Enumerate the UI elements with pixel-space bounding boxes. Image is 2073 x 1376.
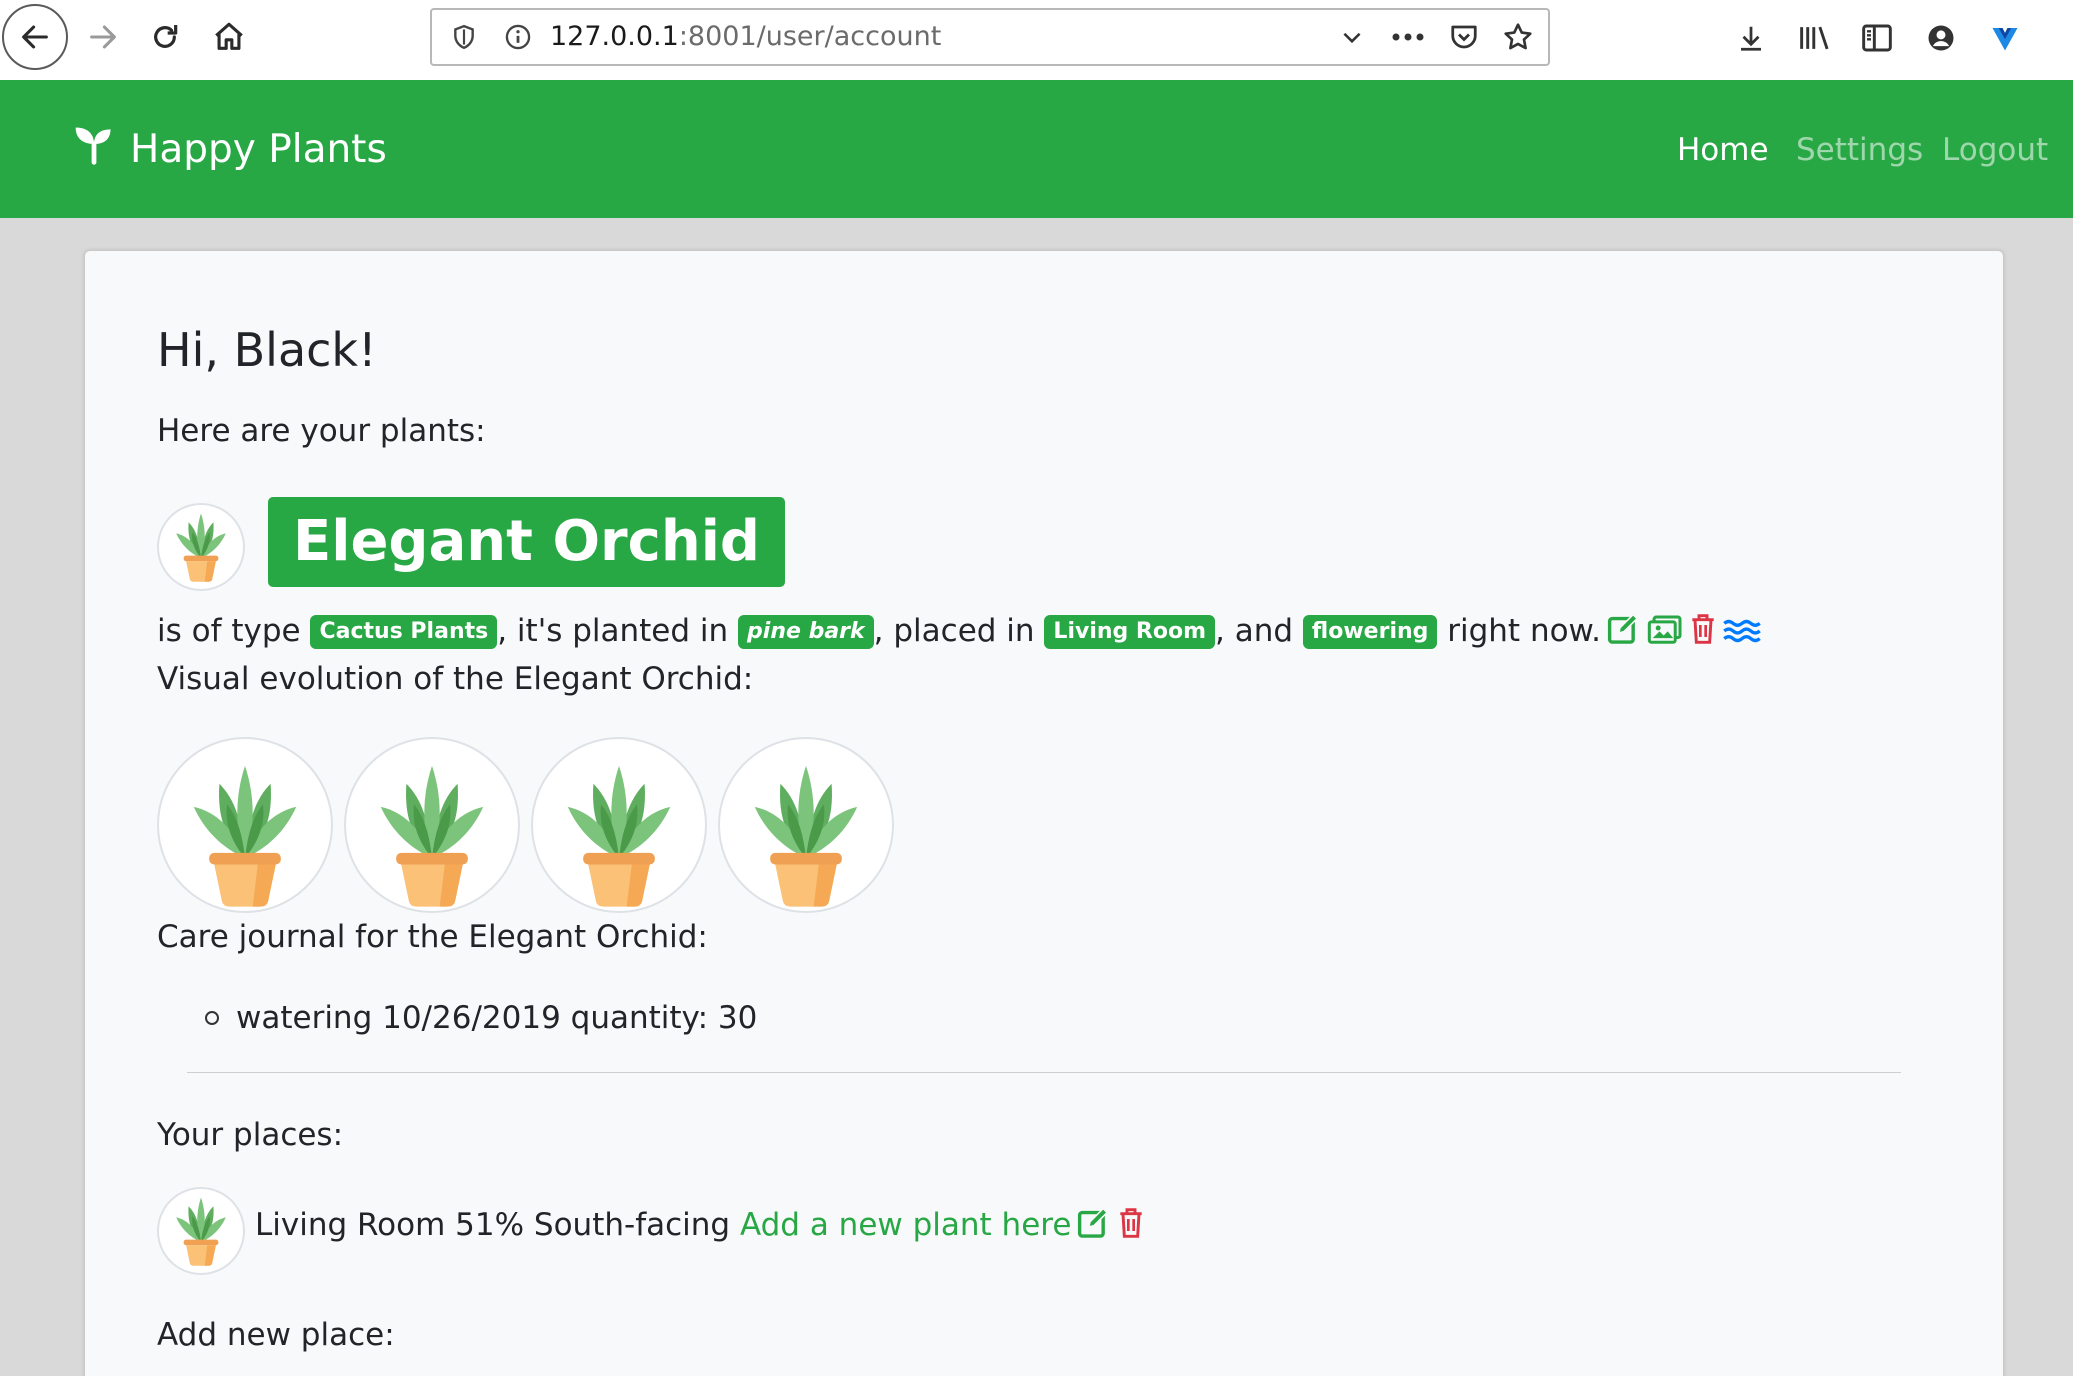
- greeting: Hi, Black!: [157, 323, 377, 377]
- library-icon: [1798, 23, 1832, 53]
- plant-name[interactable]: Elegant Orchid: [268, 497, 786, 587]
- arrow-right-icon: [86, 20, 120, 54]
- library-button[interactable]: [1790, 10, 1840, 66]
- list-bullet: [205, 1011, 219, 1025]
- water-icon[interactable]: [1723, 617, 1761, 653]
- plant-image: [176, 513, 226, 582]
- account-button[interactable]: [1916, 10, 1966, 66]
- more-icon[interactable]: [1386, 10, 1430, 64]
- desc-text-3: , placed in: [873, 613, 1035, 649]
- brand[interactable]: Happy Plants: [72, 80, 387, 218]
- vuejs-devtools-icon: [1990, 23, 2020, 53]
- chevron-down-icon[interactable]: [1330, 10, 1374, 64]
- desc-text-2: , it's planted in: [497, 613, 729, 649]
- nav-home[interactable]: Home: [1677, 80, 1769, 218]
- place-image: [176, 1197, 226, 1266]
- nav-logout[interactable]: Logout: [1942, 80, 2048, 218]
- add-place-label: Add new place:: [157, 1317, 395, 1353]
- journal-label: Care journal for the Elegant Orchid:: [157, 919, 708, 955]
- add-plant-link[interactable]: Add a new plant here: [740, 1207, 1071, 1243]
- pocket-icon[interactable]: [1442, 10, 1486, 64]
- seedling-icon: [72, 122, 130, 176]
- star-icon[interactable]: [1496, 10, 1540, 64]
- state-badge: flowering: [1302, 615, 1438, 649]
- forward-button[interactable]: [70, 2, 136, 72]
- evolution-image[interactable]: [344, 737, 520, 913]
- home-button[interactable]: [196, 2, 262, 72]
- info-icon[interactable]: [496, 10, 540, 64]
- brand-name: Happy Plants: [130, 126, 387, 172]
- account-card: Hi, Black! Here are your plants: Elegant…: [84, 250, 2004, 1376]
- downloads-button[interactable]: [1726, 10, 1776, 66]
- evolution-image[interactable]: [157, 737, 333, 913]
- places-label: Your places:: [157, 1117, 344, 1153]
- trash-icon[interactable]: [1689, 613, 1717, 653]
- reload-icon: [149, 21, 181, 53]
- plant-avatar: [157, 503, 245, 591]
- reload-button[interactable]: [132, 2, 198, 72]
- place-text: Living Room 51% South-facing: [255, 1207, 731, 1243]
- evolution-image[interactable]: [531, 737, 707, 913]
- home-icon: [212, 20, 246, 54]
- nav-settings[interactable]: Settings: [1796, 80, 1923, 218]
- browser-toolbar: 127.0.0.1:8001/user/account: [0, 0, 2073, 80]
- place-row: Living Room 51% South-facing Add a new p…: [255, 1207, 1145, 1247]
- image-icon[interactable]: [1647, 615, 1683, 653]
- url-path: :8001/user/account: [678, 21, 942, 52]
- journal-entry: watering 10/26/2019 quantity: 30: [236, 1000, 758, 1036]
- user-icon: [1926, 23, 1956, 53]
- address-bar[interactable]: 127.0.0.1:8001/user/account: [430, 8, 1550, 66]
- url-host: 127.0.0.1: [550, 21, 679, 52]
- desc-text-4: , and: [1215, 613, 1294, 649]
- plants-intro: Here are your plants:: [157, 413, 486, 449]
- plant-type-badge: Cactus Plants: [310, 615, 498, 649]
- place-avatar: [157, 1187, 245, 1275]
- plant-description: is of type Cactus Plants, it's planted i…: [157, 613, 1761, 653]
- soil-badge: pine bark: [738, 615, 874, 649]
- app-navbar: Happy Plants Home Settings Logout: [0, 80, 2073, 218]
- evolution-label: Visual evolution of the Elegant Orchid:: [157, 661, 754, 697]
- download-icon: [1736, 22, 1766, 54]
- sidebar-button[interactable]: [1852, 10, 1902, 66]
- place-badge: Living Room: [1044, 615, 1216, 649]
- url-text[interactable]: 127.0.0.1:8001/user/account: [550, 10, 941, 64]
- back-button[interactable]: [2, 4, 68, 70]
- desc-text-5: right now.: [1447, 613, 1601, 649]
- desc-text-1: is of type: [157, 613, 301, 649]
- extension-button[interactable]: [1980, 10, 2030, 66]
- shield-icon[interactable]: [442, 10, 486, 64]
- sidebar-icon: [1861, 23, 1893, 53]
- edit-place-icon[interactable]: [1077, 1207, 1111, 1247]
- divider: [187, 1072, 1901, 1073]
- arrow-left-icon: [18, 20, 52, 54]
- edit-icon[interactable]: [1607, 613, 1641, 653]
- delete-place-icon[interactable]: [1117, 1207, 1145, 1247]
- evolution-image[interactable]: [718, 737, 894, 913]
